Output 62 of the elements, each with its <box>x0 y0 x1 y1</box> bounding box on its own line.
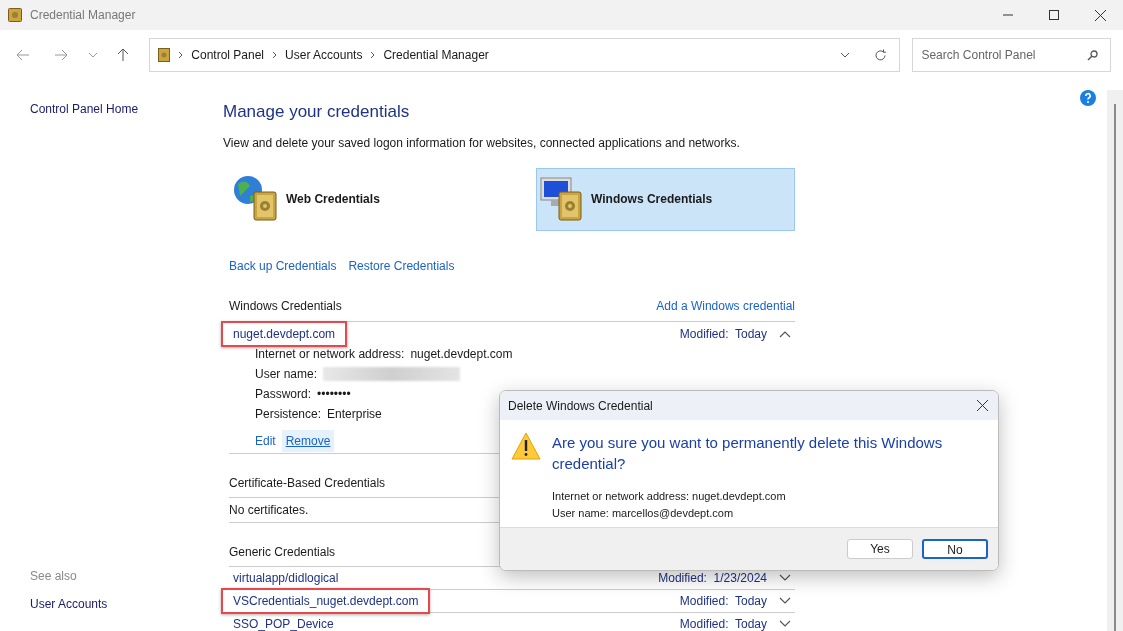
detail-label: Internet or network address: <box>255 346 405 363</box>
action-link[interactable]: Remove <box>281 429 335 452</box>
breadcrumb[interactable]: Control Panel <box>191 46 265 64</box>
close-icon <box>1094 9 1106 21</box>
warning-icon <box>511 432 541 460</box>
detail-value: •••••••• <box>317 386 351 403</box>
detail-value: Enterprise <box>327 406 382 423</box>
address-bar[interactable]: Control Panel User Accounts Credential Manager <box>149 38 901 72</box>
credential-name[interactable]: VSCredentials_nuget.devdept.com <box>221 587 431 614</box>
expand-chevron-icon[interactable] <box>779 596 791 605</box>
safe-icon <box>158 48 171 62</box>
credential-name[interactable]: nuget.devdept.com <box>221 321 348 347</box>
collapse-chevron-icon[interactable] <box>779 330 791 338</box>
detail-value: nuget.devdept.com <box>410 346 513 363</box>
expand-chevron-icon[interactable] <box>779 573 791 582</box>
action-link[interactable]: Edit <box>251 429 280 452</box>
empty-message: No certificates. <box>229 501 309 519</box>
section-heading: Generic Credentials <box>229 543 336 561</box>
window-title: Credential Manager <box>30 7 136 24</box>
search-field[interactable]: Search Control Panel <box>912 38 1111 72</box>
breadcrumb[interactable]: Credential Manager <box>383 46 489 64</box>
modified-date: Modified: Today <box>679 326 767 343</box>
up-arrow-icon[interactable] <box>117 48 130 62</box>
modified-date: Modified: 1/23/2024 <box>658 569 767 587</box>
forward-arrow-icon[interactable] <box>53 49 68 61</box>
detail-label: Persistence: <box>255 406 322 423</box>
detail-label: User name: <box>255 366 318 383</box>
dialog-question: Are you sure you want to permanently delete this Windows credential? <box>552 433 944 474</box>
maximize-icon <box>1049 10 1059 20</box>
link[interactable]: Restore Credentials <box>348 256 455 275</box>
help-icon[interactable] <box>1080 90 1096 106</box>
dropdown-caret-icon[interactable] <box>840 52 851 58</box>
breadcrumb-chevron-icon <box>370 51 376 59</box>
breadcrumb-chevron-icon <box>272 51 278 59</box>
section-heading: Certificate-Based Credentials <box>229 474 386 492</box>
close-icon[interactable] <box>977 400 988 411</box>
section-heading: Windows Credentials <box>229 297 342 315</box>
dialog-detail: Internet or network address: nuget.devdept.com <box>552 489 787 504</box>
page-heading: Manage your credentials <box>223 101 411 123</box>
detail-label: Password: <box>255 386 312 403</box>
back-arrow-icon[interactable] <box>16 49 30 61</box>
scrollbar[interactable] <box>1107 90 1123 631</box>
modified-date: Modified: Today <box>679 592 767 610</box>
dialog-title: Delete Windows Credential <box>508 397 653 415</box>
refresh-icon[interactable] <box>874 48 888 62</box>
sidebar-link[interactable]: Control Panel Home <box>30 100 223 118</box>
dialog-button[interactable]: Yes <box>847 539 913 559</box>
safe-icon <box>8 8 22 22</box>
dialog-detail: User name: marcellos@devdept.com <box>552 505 735 521</box>
breadcrumb-chevron-icon <box>178 51 184 59</box>
page-description: View and delete your saved logon information for websites, connected applications and networks. <box>223 134 741 152</box>
credential-tile[interactable]: Windows Credentials <box>536 167 795 231</box>
modified-date: Modified: Today <box>679 615 767 631</box>
dialog-button[interactable]: No <box>922 539 988 559</box>
see-also-heading: See also <box>30 568 78 585</box>
expand-chevron-icon[interactable] <box>779 619 791 628</box>
search-icon <box>1087 49 1098 61</box>
credential-tile[interactable]: Web Credentials <box>231 167 490 231</box>
sidebar-link[interactable]: User Accounts <box>30 595 223 613</box>
breadcrumb[interactable]: User Accounts <box>285 46 363 64</box>
link[interactable]: Back up Credentials <box>229 256 337 275</box>
add-credential-link[interactable]: Add a Windows credential <box>656 296 795 315</box>
